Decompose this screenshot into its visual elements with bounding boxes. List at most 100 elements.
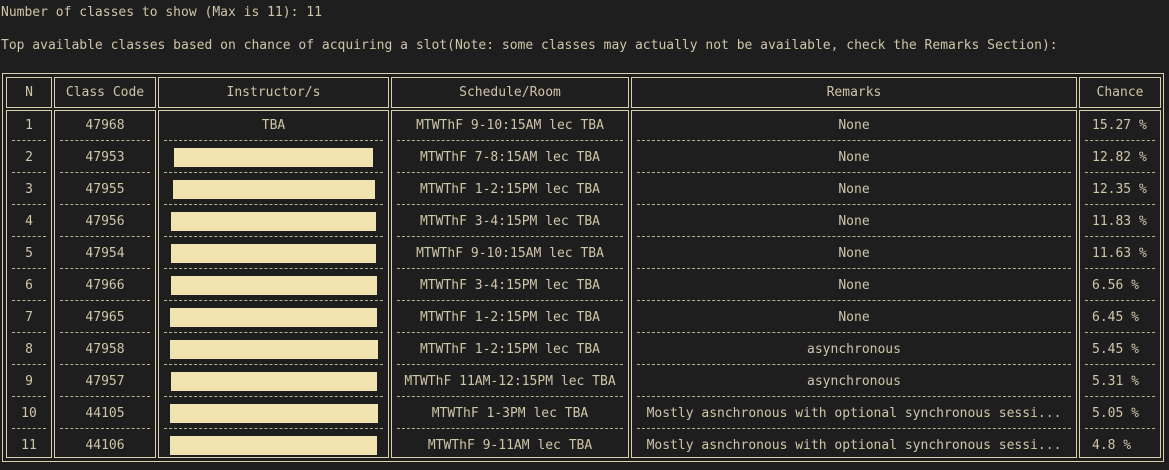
row-4-chance: 11.83 % (1092, 213, 1147, 229)
row-1-n: 1 (25, 117, 33, 133)
row-4-schedule-room: MTWThF 3-4:15PM lec TBA (419, 213, 600, 229)
row-separator (60, 300, 150, 301)
row-8-class-code: 47958 (85, 341, 125, 357)
row-separator (164, 300, 383, 301)
row-separator (397, 140, 623, 141)
row-separator (60, 204, 150, 205)
row-separator (397, 236, 623, 237)
row-1-schedule-room: MTWThF 9-10:15AM lec TBA (416, 117, 604, 133)
row-separator (397, 268, 623, 269)
row-separator (1085, 204, 1155, 205)
row-4-class-code: 47956 (85, 213, 125, 229)
class-count-prompt: Number of classes to show (Max is 11): 1… (1, 5, 322, 20)
row-7-class-code: 47965 (85, 309, 125, 325)
row-separator (1085, 172, 1155, 173)
row-separator (637, 396, 1071, 397)
row-10-n: 10 (21, 405, 37, 421)
row-2-class-code: 47953 (85, 149, 125, 165)
row-3-instructor (159, 177, 388, 201)
row-separator (12, 172, 46, 173)
row-5-instructor (159, 241, 388, 265)
row-1-remarks: None (838, 117, 870, 133)
row-separator (637, 172, 1071, 173)
row-5-schedule-room: MTWThF 9-10:15AM lec TBA (416, 245, 604, 261)
row-separator (397, 204, 623, 205)
header-schedule-room: Schedule/Room (391, 77, 629, 108)
row-separator (397, 332, 623, 333)
instructor-redaction-bar (171, 243, 376, 263)
row-7-schedule-room: MTWThF 1-2:15PM lec TBA (419, 309, 600, 325)
row-separator (1085, 300, 1155, 301)
instructor-redaction-bar (170, 435, 377, 455)
row-separator (12, 204, 46, 205)
row-8-remarks: asynchronous (807, 341, 901, 357)
row-separator (164, 140, 383, 141)
row-5-class-code: 47954 (85, 245, 125, 261)
row-separator (1085, 140, 1155, 141)
row-separator (637, 428, 1071, 429)
row-3-chance: 12.35 % (1092, 181, 1147, 197)
row-separator (12, 332, 46, 333)
instructor-redaction-bar (170, 307, 377, 327)
row-separator (1085, 332, 1155, 333)
row-7-instructor (159, 305, 388, 329)
instructor-redaction-bar (169, 339, 378, 359)
row-9-instructor (159, 369, 388, 393)
row-9-chance: 5.31 % (1092, 373, 1139, 389)
row-5-remarks: None (838, 245, 870, 261)
row-5-chance: 11.63 % (1092, 245, 1147, 261)
row-4-instructor (159, 209, 388, 233)
row-separator (397, 428, 623, 429)
row-separator (637, 140, 1071, 141)
row-separator (60, 268, 150, 269)
header-remarks: Remarks (631, 77, 1077, 108)
instructor-redaction-bar (172, 179, 375, 199)
row-6-instructor (159, 273, 388, 297)
row-9-remarks: asynchronous (807, 373, 901, 389)
row-3-remarks: None (838, 181, 870, 197)
row-separator (164, 204, 383, 205)
row-separator (637, 204, 1071, 205)
row-separator (1085, 364, 1155, 365)
row-10-class-code: 44105 (85, 405, 125, 421)
row-4-n: 4 (25, 213, 33, 229)
row-11-schedule-room: MTWThF 9-11AM lec TBA (427, 437, 593, 453)
row-separator (164, 428, 383, 429)
row-separator (1085, 268, 1155, 269)
availability-note: Top available classes based on chance of… (1, 38, 1058, 53)
row-8-schedule-room: MTWThF 1-2:15PM lec TBA (419, 341, 600, 357)
row-separator (12, 428, 46, 429)
row-separator (1085, 236, 1155, 237)
row-separator (637, 236, 1071, 237)
row-separator (12, 396, 46, 397)
row-8-instructor (159, 337, 388, 361)
row-9-class-code: 47957 (85, 373, 125, 389)
row-separator (164, 172, 383, 173)
row-2-schedule-room: MTWThF 7-8:15AM lec TBA (419, 149, 600, 165)
row-10-schedule-room: MTWThF 1-3PM lec TBA (431, 405, 589, 421)
row-separator (60, 428, 150, 429)
row-separator (60, 364, 150, 365)
row-1-class-code: 47968 (85, 117, 125, 133)
row-10-instructor (159, 401, 388, 425)
row-6-schedule-room: MTWThF 3-4:15PM lec TBA (419, 277, 600, 293)
row-separator (1085, 428, 1155, 429)
row-separator (397, 364, 623, 365)
instructor-redaction-bar (170, 371, 377, 391)
row-2-n: 2 (25, 149, 33, 165)
row-4-remarks: None (838, 213, 870, 229)
row-2-chance: 12.82 % (1092, 149, 1147, 165)
row-7-n: 7 (25, 309, 33, 325)
row-10-remarks: Mostly asnchronous with optional synchro… (646, 405, 1062, 421)
row-separator (637, 364, 1071, 365)
row-1-chance: 15.27 % (1092, 117, 1147, 133)
row-separator (60, 140, 150, 141)
row-11-class-code: 44106 (85, 437, 125, 453)
row-separator (164, 364, 383, 365)
instructor-redaction-bar (170, 275, 377, 295)
row-11-remarks: Mostly asnchronous with optional synchro… (646, 437, 1062, 453)
instructor-redaction-bar (171, 211, 376, 231)
row-separator (164, 332, 383, 333)
row-11-n: 11 (21, 437, 37, 453)
row-1-instructor: TBA (261, 117, 286, 133)
